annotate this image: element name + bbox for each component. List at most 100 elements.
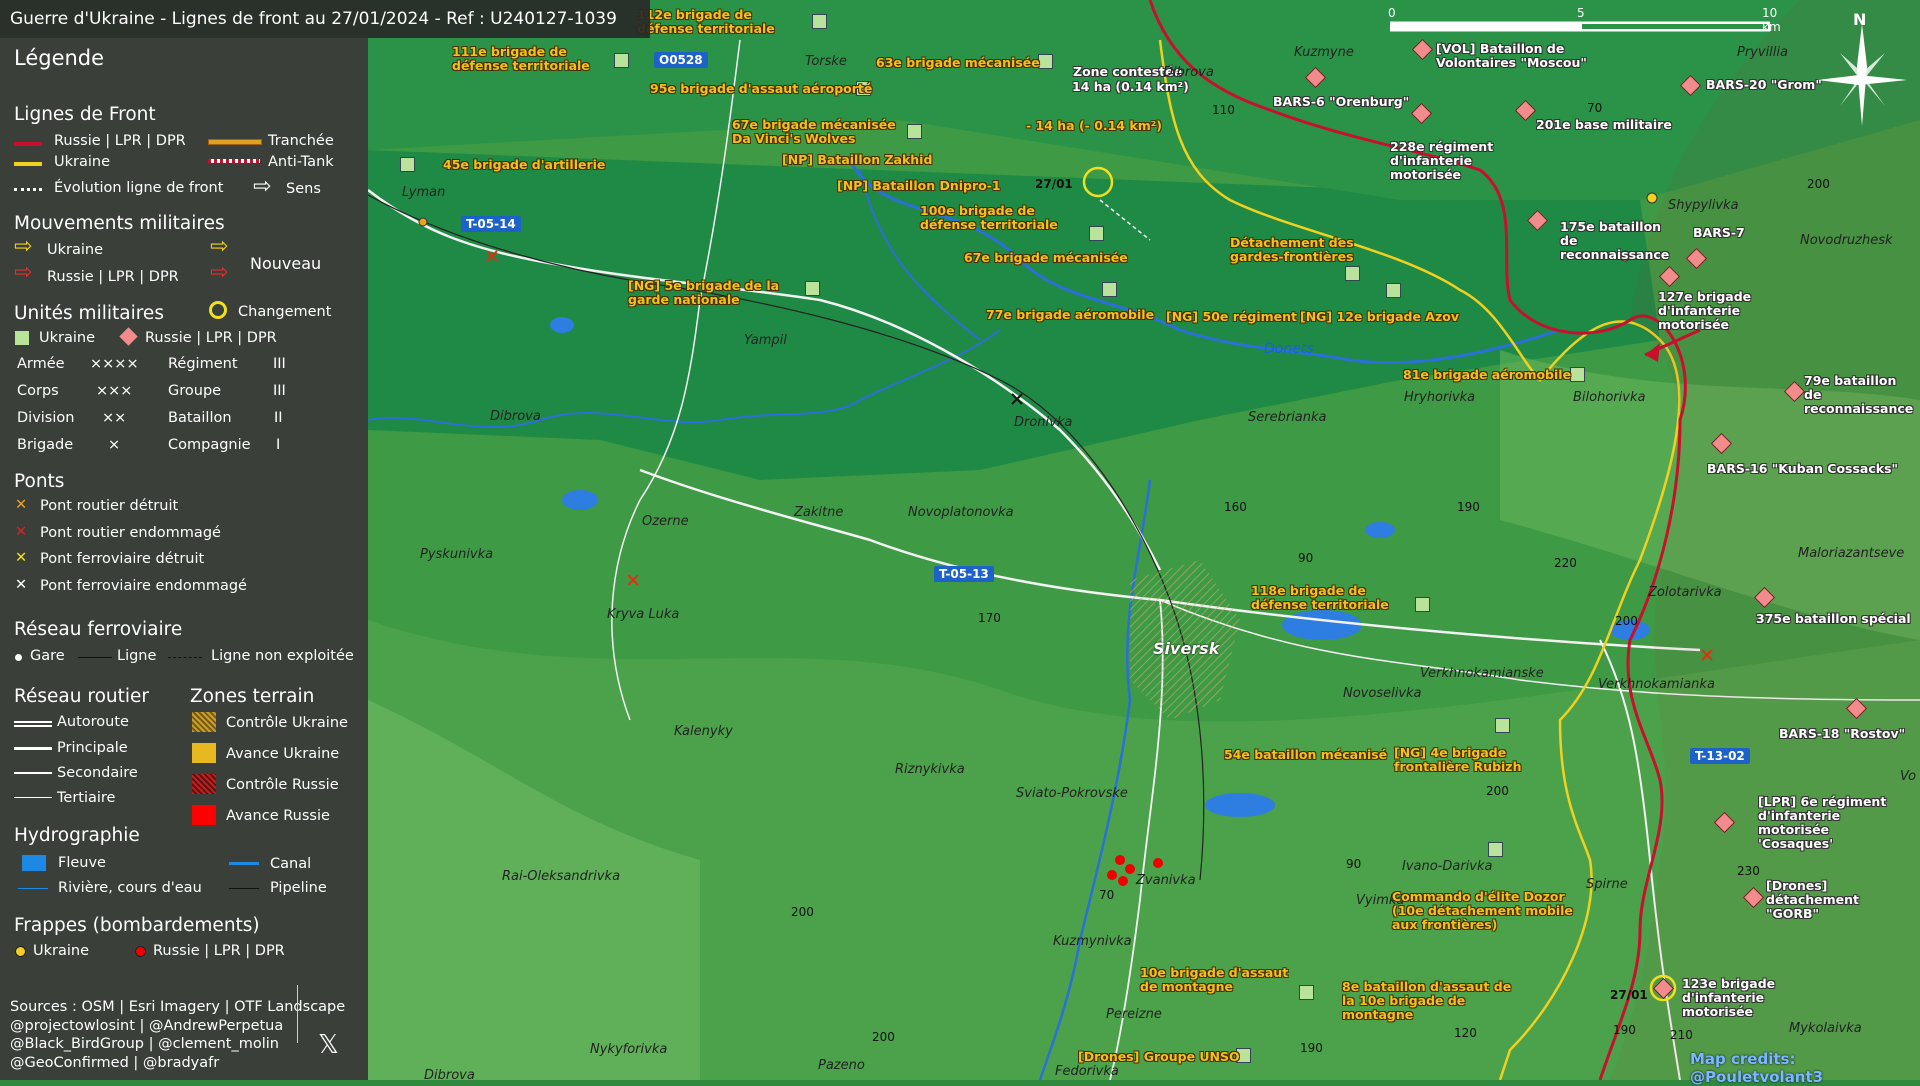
legend-road: Secondaire [57, 765, 138, 781]
legend-rail-line: Ligne [117, 648, 157, 664]
sources-line[interactable]: @projectowlosint | @AndrewPerpetua [10, 1017, 345, 1036]
ua-unit-label: 67e brigade mécanisée Da Vinci's Wolves [732, 117, 896, 146]
rail-bridge-damaged-icon: ✕ [15, 577, 28, 593]
ua-unit-marker[interactable] [907, 124, 922, 139]
unit-size-symbol: × [108, 437, 121, 453]
sources-line[interactable]: @Black_BirdGroup | @clement_molin [10, 1035, 345, 1054]
elevation-label: 170 [978, 611, 1001, 625]
ukraine-advance-swatch [192, 743, 216, 763]
ru-strike-marker [1115, 855, 1125, 865]
sources-line[interactable]: @GeoConfirmed | @bradyafr [10, 1054, 345, 1073]
legend-russia-line: Russie | LPR | DPR [54, 133, 186, 149]
highway-swatch [14, 721, 52, 727]
elevation-label: 190 [1613, 1023, 1636, 1037]
legend-move-ukraine: Ukraine [47, 242, 103, 258]
place-label: Dronivka [1014, 415, 1073, 430]
ua-unit-label: 118e brigade de défense territoriale [1251, 583, 1389, 612]
place-label: Zakitne [794, 505, 844, 520]
trench-swatch [208, 139, 262, 145]
evolution-swatch [14, 188, 42, 191]
elevation-label: 200 [1615, 614, 1638, 628]
ru-unit-label: [LPR] 6e régiment d'infanterie motorisée… [1758, 794, 1887, 851]
ru-strike-marker [1107, 870, 1117, 880]
map-credits[interactable]: Map credits: @Pouletvolant3 [1690, 1050, 1920, 1086]
ua-unit-label: 45e brigade d'artillerie [443, 157, 606, 172]
legend-terrain: Contrôle Russie [226, 777, 339, 793]
place-label: Dibrova [490, 409, 541, 424]
place-label: Pryvillia [1737, 45, 1788, 60]
place-label: Dibrova [1163, 65, 1214, 80]
x-logo-icon[interactable]: 𝕏 [318, 1030, 339, 1060]
ua-unit-label: 54e bataillon mécanisé [1224, 747, 1388, 762]
road-shield: T-05-13 [934, 566, 994, 582]
legend-road: Tertiaire [57, 790, 116, 806]
contested-delta: - 14 ha (- 0.14 km²) [1026, 118, 1162, 133]
unit-size-label: Bataillon [168, 410, 232, 426]
ua-unit-label: [NG] 12e brigade Azov [1300, 309, 1459, 324]
legend-change: Changement [238, 304, 332, 320]
antitank-swatch [208, 159, 260, 163]
elevation-label: 90 [1298, 551, 1314, 565]
map-title: Guerre d'Ukraine - Lignes de front au 27… [0, 0, 650, 38]
legend-title: Légende [14, 46, 105, 70]
ukraine-control-swatch [192, 712, 216, 732]
ua-unit-marker[interactable] [1345, 266, 1360, 281]
scale-tick-0: 0 [1388, 6, 1396, 20]
ua-unit-marker[interactable] [1089, 226, 1104, 241]
legend-terrain: Avance Ukraine [226, 746, 340, 762]
pipeline-swatch [229, 888, 259, 889]
russia-strike-icon [135, 946, 146, 957]
ru-unit-label: 175e bataillon de reconnaissance [1560, 219, 1670, 262]
ua-unit-marker[interactable] [812, 14, 827, 29]
ua-unit-marker[interactable] [1038, 54, 1053, 69]
road-shield: O0528 [654, 52, 708, 68]
legend-section-rail: Réseau ferroviaire [14, 619, 183, 640]
unit-size-label: Corps [17, 383, 59, 399]
place-label: Torske [805, 54, 847, 69]
legend-bridge: Pont routier endommagé [40, 525, 221, 541]
elevation-label: 70 [1587, 101, 1603, 115]
elevation-label: 190 [1300, 1041, 1323, 1055]
ua-unit-marker[interactable] [805, 281, 820, 296]
place-label: Kalenyky [674, 724, 733, 739]
elevation-label: 120 [1454, 1026, 1477, 1040]
legend-antitank: Anti-Tank [268, 154, 334, 170]
ru-unit-label: 127e brigade d'infanterie motorisée [1658, 289, 1752, 332]
ru-unit-label: [VOL] Bataillon de Volontaires "Moscou" [1436, 41, 1587, 70]
elevation-label: 200 [1486, 784, 1509, 798]
date-mark: 27/01 [1610, 988, 1648, 1002]
ru-unit-label: BARS-7 [1693, 225, 1745, 240]
elevation-label: 90 [1346, 857, 1362, 871]
elevation-label: 190 [1457, 500, 1480, 514]
unit-size-symbol: III [273, 383, 286, 399]
legend-road: Principale [57, 740, 128, 756]
ua-unit-marker[interactable] [1495, 718, 1510, 733]
legend-bridge: Pont ferroviaire détruit [40, 551, 205, 567]
ua-unit-marker[interactable] [400, 157, 415, 172]
ua-unit-marker[interactable] [1386, 283, 1401, 298]
ua-unit-marker[interactable] [614, 53, 629, 68]
ua-unit-marker[interactable] [1299, 985, 1314, 1000]
legend-stream: Rivière, cours d'eau [58, 880, 202, 896]
legend-direction: Sens [286, 181, 321, 197]
ua-unit-marker[interactable] [1102, 282, 1117, 297]
ua-unit-label: 81e brigade aéromobile [1403, 367, 1572, 382]
place-label: Bilohorivka [1573, 390, 1646, 405]
russia-control-swatch [192, 774, 216, 794]
ua-unit-marker[interactable] [1415, 597, 1430, 612]
place-label: Pyskunivka [420, 547, 494, 562]
elevation-label: 70 [1099, 888, 1115, 902]
ukraine-movement-arrow-icon: ⇨ [14, 234, 33, 259]
place-label: Novoplatonovka [908, 505, 1014, 520]
ua-unit-marker[interactable] [1570, 367, 1585, 382]
legend-section-terrain: Zones terrain [190, 686, 315, 707]
russia-line-swatch [14, 142, 42, 146]
ua-unit-label: [NG] 4e brigade frontalière Rubizh [1394, 745, 1522, 774]
ru-unit-label: BARS-16 "Kuban Cossacks" [1707, 461, 1899, 476]
ua-unit-label: 67e brigade mécanisée [964, 250, 1128, 265]
ua-unit-label: 10e brigade d'assaut de montagne [1140, 965, 1289, 994]
ua-unit-marker[interactable] [1488, 842, 1503, 857]
place-label: Rai-Oleksandrivka [502, 869, 621, 884]
legend-rail-unused: Ligne non exploitée [211, 648, 354, 664]
sources-separator [297, 985, 298, 1043]
